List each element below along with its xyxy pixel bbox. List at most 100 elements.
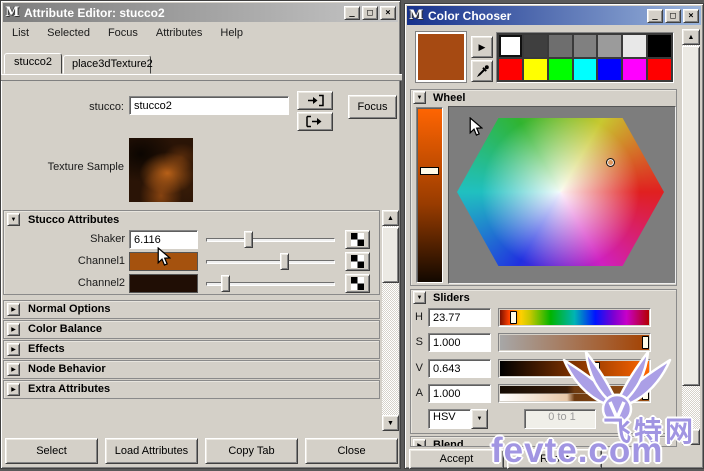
scrollbar-thumb[interactable]: [382, 227, 399, 283]
collapse-arrow-icon[interactable]: ▼: [413, 91, 426, 104]
section-effects[interactable]: ▶ Effects: [3, 340, 380, 359]
channel2-map-button[interactable]: [345, 274, 370, 293]
section-title: Normal Options: [28, 303, 111, 315]
collapse-arrow-icon[interactable]: ▼: [413, 291, 426, 304]
attribute-editor-scrollbar[interactable]: ▲ ▼: [382, 210, 399, 431]
texture-sample-swatch[interactable]: [129, 138, 193, 202]
expand-arrow-icon[interactable]: ▶: [7, 303, 20, 316]
expand-arrow-icon[interactable]: ▶: [7, 363, 20, 376]
stucco-name-input[interactable]: [129, 96, 289, 115]
palette-cell[interactable]: [648, 58, 671, 80]
value-bar-handle[interactable]: [420, 167, 439, 175]
tab-stucco2[interactable]: stucco2: [4, 53, 62, 74]
slider-track[interactable]: [206, 238, 335, 242]
scroll-down-icon[interactable]: ▼: [382, 415, 399, 431]
show-input-connections-button[interactable]: [297, 91, 333, 110]
palette-cell[interactable]: [598, 35, 622, 57]
texture-sample-label: Texture Sample: [47, 161, 124, 173]
minimize-button[interactable]: _: [647, 8, 663, 23]
channel2-color-swatch[interactable]: [129, 274, 198, 293]
show-output-connections-button[interactable]: [297, 112, 333, 131]
menu-attributes[interactable]: Attributes: [147, 24, 211, 42]
select-button[interactable]: Select: [5, 438, 98, 464]
scroll-up-icon[interactable]: ▲: [682, 29, 700, 45]
eyedropper-button[interactable]: [471, 60, 493, 82]
sliders-section-title: Sliders: [433, 292, 470, 304]
palette-grid: [496, 32, 674, 83]
section-normal-options[interactable]: ▶ Normal Options: [3, 300, 380, 319]
scroll-up-icon[interactable]: ▲: [382, 210, 399, 226]
maximize-button[interactable]: □: [362, 5, 378, 20]
palette-cell[interactable]: [648, 35, 671, 57]
hue-input[interactable]: [428, 308, 491, 327]
palette-cell[interactable]: [499, 58, 522, 80]
attribute-editor-title: Attribute Editor: stucco2: [24, 5, 165, 20]
menu-help[interactable]: Help: [211, 24, 252, 42]
color-chooser-scrollbar[interactable]: ▲ ▼: [682, 29, 700, 445]
palette-cell[interactable]: [623, 58, 647, 80]
palette-cell[interactable]: [598, 58, 622, 80]
menu-list[interactable]: List: [3, 24, 38, 42]
channel1-slider[interactable]: [204, 252, 337, 271]
section-node-behavior[interactable]: ▶ Node Behavior: [3, 360, 380, 379]
menu-focus[interactable]: Focus: [99, 24, 147, 42]
palette-menu-button[interactable]: ▶: [471, 36, 493, 58]
expand-arrow-icon[interactable]: ▶: [7, 323, 20, 336]
collapse-arrow-icon[interactable]: ▼: [7, 213, 20, 226]
mouse-cursor: [469, 117, 483, 136]
scrollbar-thumb[interactable]: [682, 46, 700, 386]
slider-track[interactable]: [206, 260, 335, 264]
focus-button[interactable]: Focus: [348, 95, 397, 119]
hexagon-color-wheel[interactable]: [457, 118, 664, 266]
accept-button[interactable]: Accept: [409, 449, 504, 469]
color-chooser-titlebar[interactable]: M Color Chooser _ □ ×: [407, 6, 701, 25]
copy-tab-button[interactable]: Copy Tab: [205, 438, 298, 464]
shaker-map-button[interactable]: [345, 230, 370, 249]
chevron-down-icon[interactable]: ▼: [471, 409, 488, 429]
menu-selected[interactable]: Selected: [38, 24, 99, 42]
stucco-attributes-section: ▼ Stucco Attributes Shaker Channel1 Chan…: [3, 210, 380, 295]
saturation-label: S: [415, 336, 423, 348]
palette-cell[interactable]: [548, 58, 572, 80]
palette-cell[interactable]: [573, 58, 597, 80]
alpha-input[interactable]: [428, 384, 491, 403]
hue-slider[interactable]: [498, 308, 651, 327]
saturation-input[interactable]: [428, 333, 491, 352]
channel2-slider[interactable]: [204, 274, 337, 293]
close-tab-button[interactable]: Close: [305, 438, 398, 464]
section-extra-attributes[interactable]: ▶ Extra Attributes: [3, 380, 380, 399]
expand-arrow-icon[interactable]: ▶: [413, 439, 426, 446]
minimize-button[interactable]: _: [344, 5, 360, 20]
value-gradient-bar[interactable]: [416, 107, 443, 283]
section-title: Extra Attributes: [28, 383, 111, 395]
palette-cell[interactable]: [548, 35, 572, 57]
current-color-swatch: [415, 31, 467, 83]
close-button[interactable]: ×: [683, 8, 699, 23]
color-mode-dropdown[interactable]: HSV ▼: [428, 409, 488, 429]
slider-marker[interactable]: [509, 311, 517, 324]
expand-arrow-icon[interactable]: ▶: [7, 343, 20, 356]
palette-cell[interactable]: [523, 58, 547, 80]
channel1-label: Channel1: [77, 255, 125, 267]
shaker-slider[interactable]: [204, 230, 337, 249]
section-color-balance[interactable]: ▶ Color Balance: [3, 320, 380, 339]
attribute-editor-window: M Attribute Editor: stucco2 _ □ × List S…: [0, 0, 402, 469]
expand-arrow-icon[interactable]: ▶: [7, 383, 20, 396]
value-input[interactable]: [428, 359, 491, 378]
load-attributes-button[interactable]: Load Attributes: [105, 438, 198, 464]
attribute-editor-titlebar[interactable]: M Attribute Editor: stucco2 _ □ ×: [3, 3, 398, 22]
palette-cell[interactable]: [623, 35, 647, 57]
slider-thumb[interactable]: [221, 275, 231, 292]
slider-thumb[interactable]: [279, 253, 289, 270]
palette-cell[interactable]: [523, 35, 547, 57]
wheel-section: ▼ Wheel: [410, 89, 677, 286]
slider-thumb[interactable]: [243, 231, 253, 248]
channel1-map-button[interactable]: [345, 252, 370, 271]
palette-cell[interactable]: [499, 35, 522, 57]
tab-place3dtexture2[interactable]: place3dTexture2: [63, 55, 153, 74]
close-button[interactable]: ×: [380, 5, 396, 20]
color-wheel-panel[interactable]: [448, 106, 676, 284]
wheel-selection-marker[interactable]: [606, 158, 615, 167]
palette-cell[interactable]: [573, 35, 597, 57]
maximize-button[interactable]: □: [665, 8, 681, 23]
